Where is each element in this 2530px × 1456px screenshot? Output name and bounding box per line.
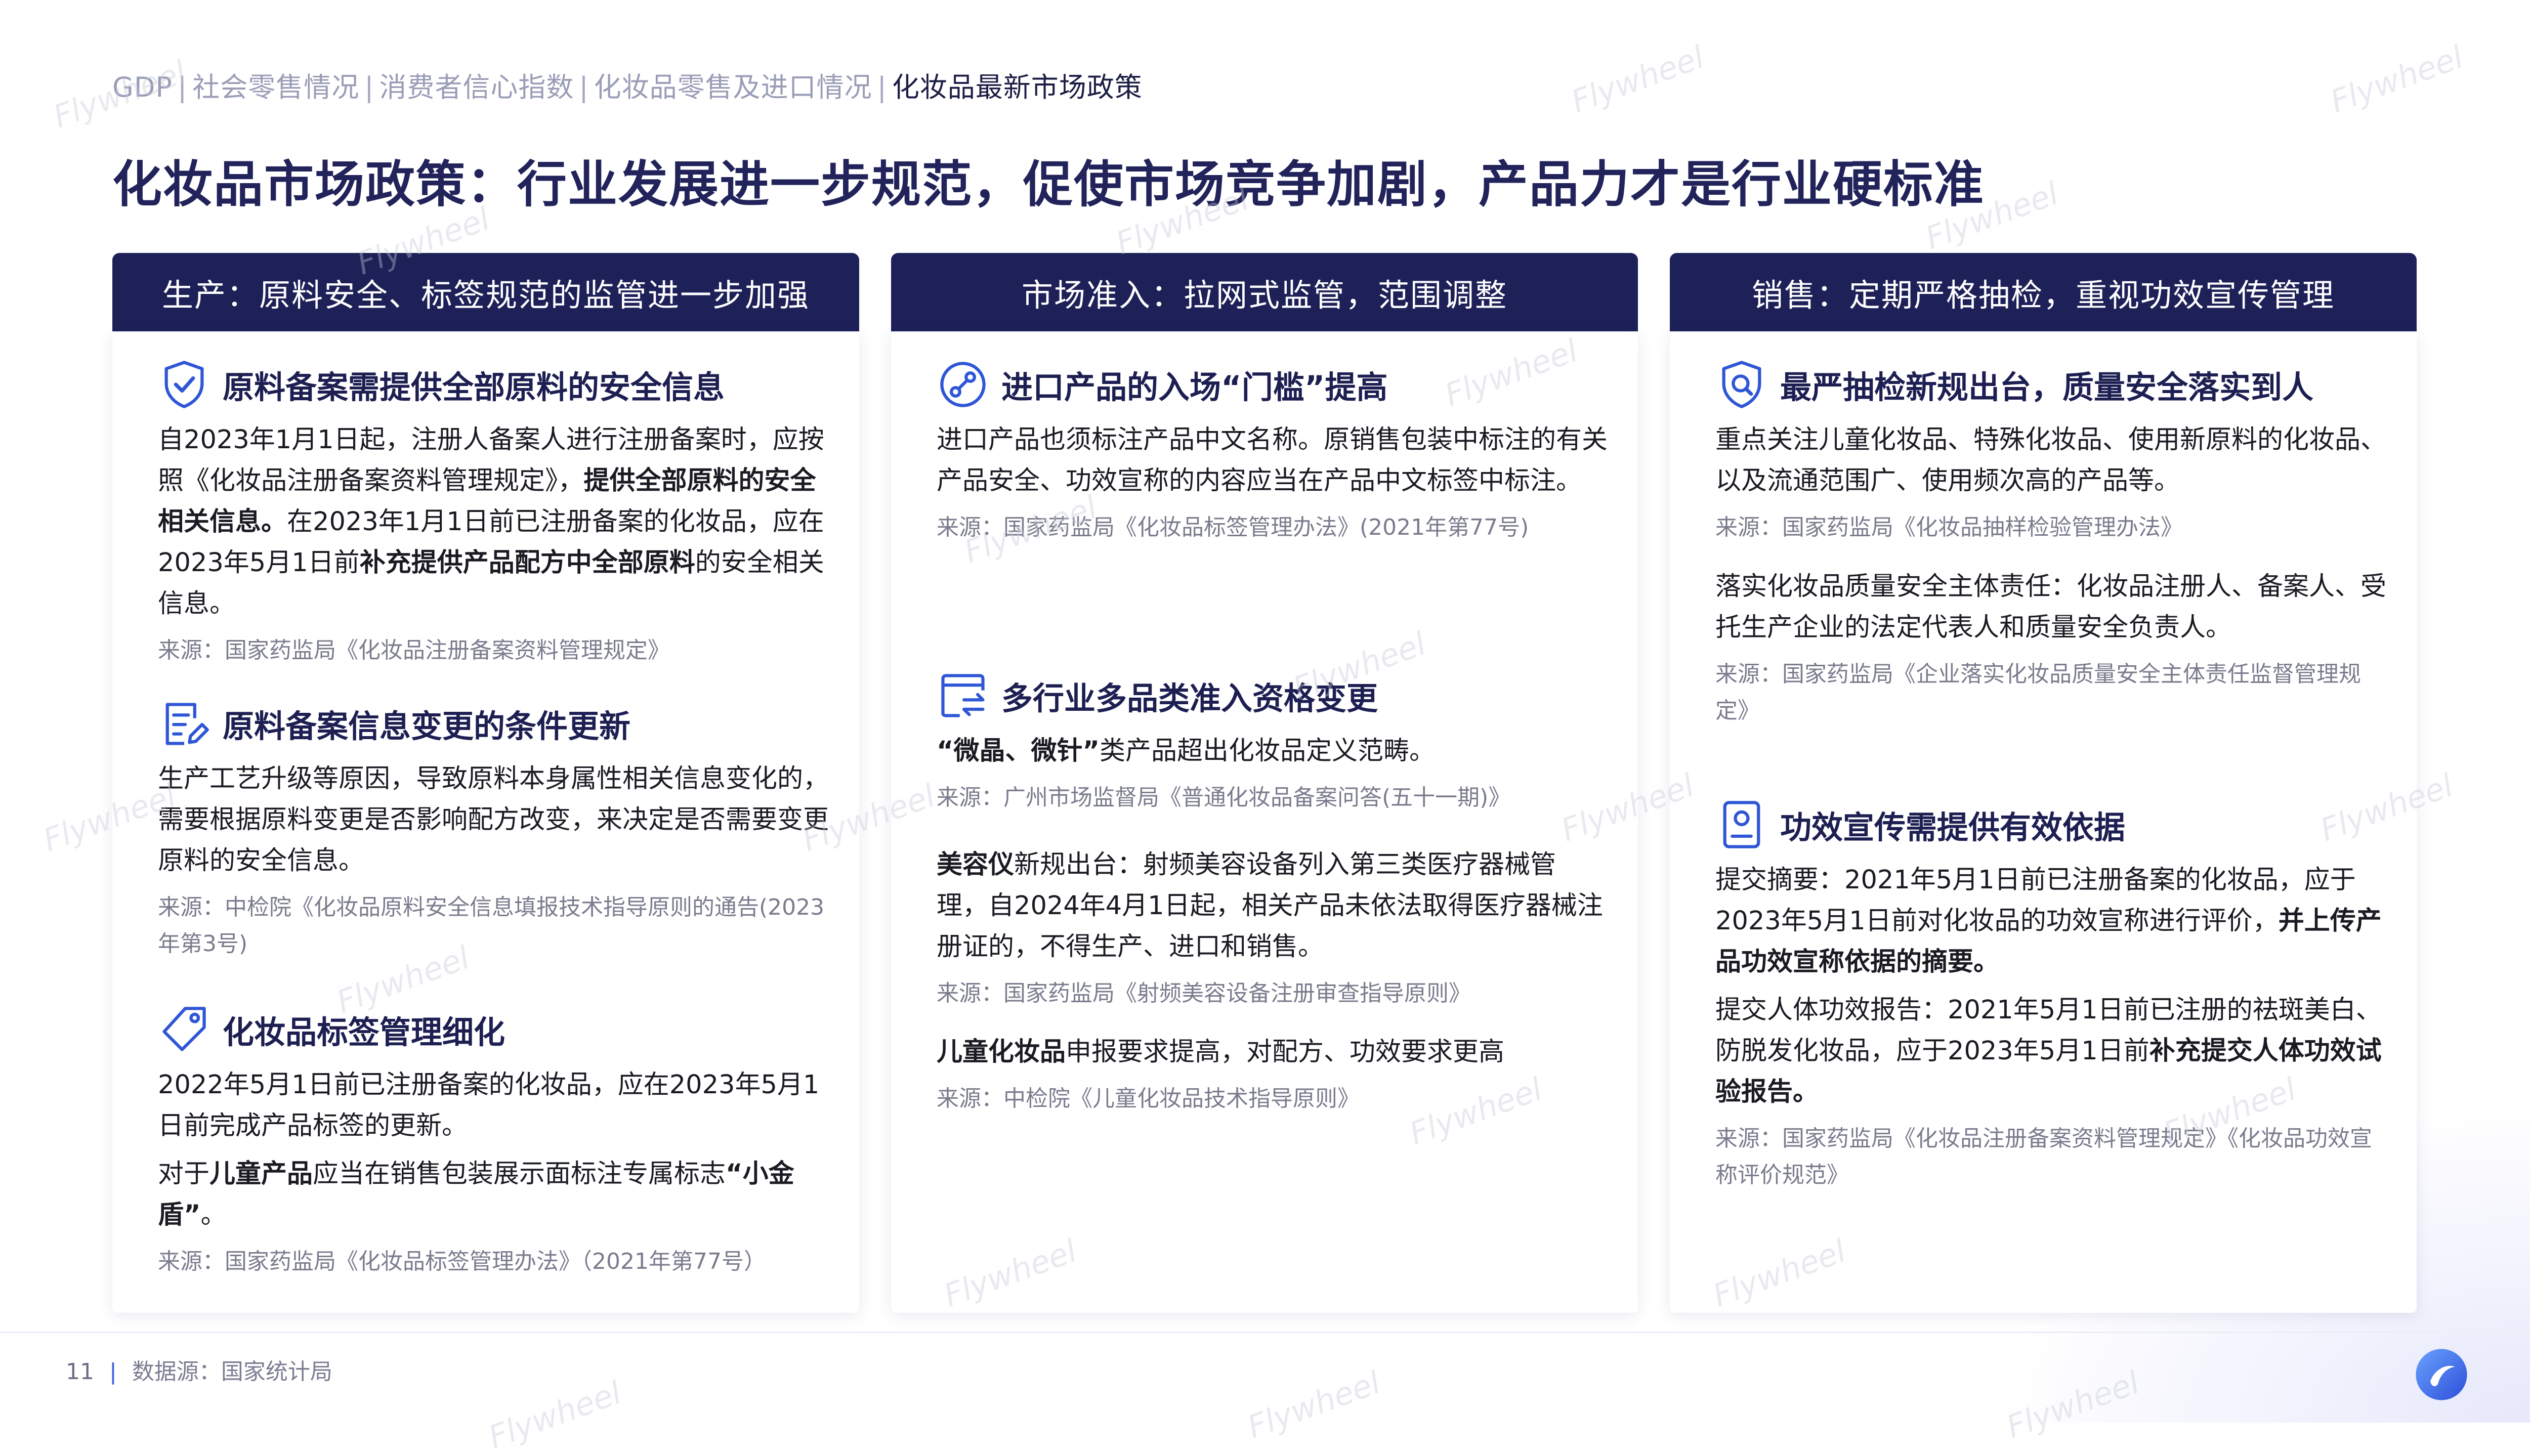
tag-icon xyxy=(162,1007,206,1051)
column-header: 市场准入：拉网式监管，范围调整 xyxy=(891,253,1638,331)
body-text: 重点关注儿童化妆品、特殊化妆品、使用新原料的化妆品、以及流通范围广、使用频次高的… xyxy=(1715,425,2387,496)
page-title: 化妆品市场政策：行业发展进一步规范，促使市场竞争加剧，产品力才是行业硬标准 xyxy=(112,156,1985,213)
column-header: 生产：原料安全、标签规范的监管进一步加强 xyxy=(112,253,859,331)
footer-separator: | xyxy=(109,1359,117,1385)
breadcrumb-separator: | xyxy=(579,71,589,103)
id-badge-icon xyxy=(1723,801,1760,848)
emphasis-text: 补充提供产品配方中全部原料 xyxy=(359,548,695,578)
section-source: 来源：广州市场监督局《普通化妆品备案问答(五十一期)》 xyxy=(937,785,1511,810)
breadcrumb: GDP | 社会零售情况 | 消费者信心指数 | 化妆品零售及进口情况 | 化妆品最新市场政策 xyxy=(112,65,1143,105)
watermark-text: Flywheel xyxy=(2325,38,2468,120)
section-heading: 最严抽检新规出台，质量安全落实到人 xyxy=(1715,357,2386,412)
section-paragraph: 进口产品也须标注产品中文名称。原销售包装中标注的有关产品安全、功效宣称的内容应当… xyxy=(937,419,1608,501)
section-source: 来源：国家药监局《射频美容设备注册审查指导原则》 xyxy=(937,980,1471,1006)
section-source: 来源：国家药监局《化妆品注册备案资料管理规定》 xyxy=(158,637,670,663)
section-paragraph: 2022年5月1日前已注册备案的化妆品，应在2023年5月1日前完成产品标签的更… xyxy=(158,1064,829,1146)
watermark-text: Flywheel xyxy=(1566,38,1709,120)
column-header: 销售：定期严格抽检，重视功效宣传管理 xyxy=(1670,253,2417,331)
body-text: 。 xyxy=(200,1200,227,1230)
category-exchange-icon xyxy=(941,674,985,717)
footer: 11 | 数据源：国家统计局 xyxy=(66,1353,332,1386)
policy-section: 原料备案信息变更的条件更新 生产工艺升级等原因，导致原料本身属性相关信息变化的，… xyxy=(158,696,829,962)
shield-search-icon xyxy=(1722,361,1761,408)
breadcrumb-separator: | xyxy=(877,71,887,103)
section-paragraph: 美容仪新规出台：射频美容设备列入第三类医疗器械管理，自2024年4月1日起，相关… xyxy=(937,844,1608,967)
policy-section: 落实化妆品质量安全主体责任：化妆品注册人、备案人、受托生产企业的法定代表人和质量… xyxy=(1715,559,2386,729)
body-text: 进口产品也须标注产品中文名称。原销售包装中标注的有关产品安全、功效宣称的内容应当… xyxy=(937,425,1608,496)
breadcrumb-item-import[interactable]: 化妆品零售及进口情况 xyxy=(594,71,872,103)
policy-section: 美容仪新规出台：射频美容设备列入第三类医疗器械管理，自2024年4月1日起，相关… xyxy=(937,837,1608,1012)
flywheel-logo-icon xyxy=(2416,1349,2467,1400)
section-source: 来源：国家药监局《化妆品标签管理办法》（2021年第77号） xyxy=(158,1249,766,1274)
column-body: 进口产品的入场“门槛”提高 进口产品也须标注产品中文名称。原销售包装中标注的有关… xyxy=(891,331,1638,1313)
section-heading: 化妆品标签管理细化 xyxy=(158,1002,829,1057)
emphasis-text: 儿童产品 xyxy=(209,1159,313,1189)
section-heading: 原料备案信息变更的条件更新 xyxy=(158,696,829,751)
body-text: 2022年5月1日前已注册备案的化妆品，应在2023年5月1日前完成产品标签的更… xyxy=(158,1070,820,1141)
data-source: 数据源：国家统计局 xyxy=(132,1359,332,1385)
section-title: 最严抽检新规出台，质量安全落实到人 xyxy=(1780,369,2314,406)
globe-route-icon xyxy=(940,362,986,407)
body-text: 提交摘要：2021年5月1日前已注册备案的化妆品，应于2023年5月1日前对化妆… xyxy=(1715,865,2356,936)
breadcrumb-item-policy[interactable]: 化妆品最新市场政策 xyxy=(892,71,1143,103)
section-title: 原料备案需提供全部原料的安全信息 xyxy=(223,369,725,406)
column-body: 最严抽检新规出台，质量安全落实到人 重点关注儿童化妆品、特殊化妆品、使用新原料的… xyxy=(1670,331,2417,1313)
breadcrumb-item-retail[interactable]: 社会零售情况 xyxy=(192,71,359,103)
body-text: 落实化妆品质量安全主体责任：化妆品注册人、备案人、受托生产企业的法定代表人和质量… xyxy=(1715,572,2387,643)
section-paragraph: 对于儿童产品应当在销售包装展示面标注专属标志“小金盾”。 xyxy=(158,1153,829,1235)
policy-section: 原料备案需提供全部原料的安全信息 自2023年1月1日起，注册人备案人进行注册备… xyxy=(158,357,829,669)
column-body: 原料备案需提供全部原料的安全信息 自2023年1月1日起，注册人备案人进行注册备… xyxy=(112,331,859,1313)
section-paragraph: 提交摘要：2021年5月1日前已注册备案的化妆品，应于2023年5月1日前对化妆… xyxy=(1715,860,2386,982)
section-heading: 功效宣传需提供有效依据 xyxy=(1715,797,2386,852)
section-source: 来源：国家药监局《化妆品抽样检验管理办法》 xyxy=(1715,515,2183,540)
watermark-text: Flywheel xyxy=(2001,1363,2144,1446)
policy-section: 化妆品标签管理细化 2022年5月1日前已注册备案的化妆品，应在2023年5月1… xyxy=(158,1002,829,1280)
body-text: 生产工艺升级等原因，导致原料本身属性相关信息变化的，需要根据原料变更是否影响配方… xyxy=(158,764,829,876)
watermark-text: Flywheel xyxy=(483,1374,626,1456)
section-title: 进口产品的入场“门槛”提高 xyxy=(1001,369,1388,406)
body-text: 新规出台：射频美容设备列入第三类医疗器械管理，自2024年4月1日起，相关产品未… xyxy=(937,850,1603,962)
emphasis-text: 美容仪 xyxy=(937,850,1015,880)
shield-check-icon xyxy=(164,361,204,408)
section-paragraph: 自2023年1月1日起，注册人备案人进行注册备案时，应按照《化妆品注册备案资料管… xyxy=(158,419,829,624)
section-paragraph: 落实化妆品质量安全主体责任：化妆品注册人、备案人、受托生产企业的法定代表人和质量… xyxy=(1715,566,2386,648)
body-text: 对于 xyxy=(158,1159,210,1189)
column-sales: 销售：定期严格抽检，重视功效宣传管理 最严抽检新规出台，质量安全落实到人 重点关… xyxy=(1670,253,2417,1313)
breadcrumb-separator: | xyxy=(364,71,374,103)
watermark-text: Flywheel xyxy=(1242,1363,1385,1446)
emphasis-text: “微晶、微针” xyxy=(937,736,1100,766)
section-paragraph: “微晶、微针”类产品超出化妆品定义范畴。 xyxy=(937,731,1608,772)
document-edit-icon xyxy=(165,703,209,745)
column-production: 生产：原料安全、标签规范的监管进一步加强 原料备案需提供全部原料的安全信息 自2… xyxy=(112,253,859,1313)
section-paragraph: 重点关注儿童化妆品、特殊化妆品、使用新原料的化妆品、以及流通范围广、使用频次高的… xyxy=(1715,419,2386,501)
body-text: 应当在销售包装展示面标注专属标志 xyxy=(313,1159,726,1189)
breadcrumb-item-confidence[interactable]: 消费者信心指数 xyxy=(379,71,574,103)
footer-divider xyxy=(0,1332,2530,1333)
section-source: 来源：国家药监局《企业落实化妆品质量安全主体责任监督管理规定》 xyxy=(1715,661,2361,723)
policy-section: 多行业多品类准入资格变更 “微晶、微针”类产品超出化妆品定义范畴。 来源：广州市… xyxy=(937,668,1608,816)
section-paragraph: 生产工艺升级等原因，导致原料本身属性相关信息变化的，需要根据原料变更是否影响配方… xyxy=(158,758,829,881)
policy-section: 最严抽检新规出台，质量安全落实到人 重点关注儿童化妆品、特殊化妆品、使用新原料的… xyxy=(1715,357,2386,546)
section-title: 原料备案信息变更的条件更新 xyxy=(223,708,631,745)
policy-section: 功效宣传需提供有效依据 提交摘要：2021年5月1日前已注册备案的化妆品，应于2… xyxy=(1715,797,2386,1193)
section-source: 来源：中检院《化妆品原料安全信息填报技术指导原则的通告(2023年第3号) xyxy=(158,894,825,957)
emphasis-text: 儿童化妆品 xyxy=(937,1037,1066,1067)
section-heading: 原料备案需提供全部原料的安全信息 xyxy=(158,357,829,412)
column-market-access: 市场准入：拉网式监管，范围调整 进口产品的入场“门槛”提高 进口产品也须标注产品… xyxy=(891,253,1638,1313)
body-text: 申报要求提高，对配方、功效要求更高 xyxy=(1066,1037,1505,1067)
section-heading: 多行业多品类准入资格变更 xyxy=(937,668,1608,723)
body-text: 类产品超出化妆品定义范畴。 xyxy=(1100,736,1436,766)
section-paragraph: 儿童化妆品申报要求提高，对配方、功效要求更高 xyxy=(937,1032,1608,1073)
section-title: 功效宣传需提供有效依据 xyxy=(1780,809,2126,846)
page-number: 11 xyxy=(66,1359,94,1385)
section-source: 来源：国家药监局《化妆品注册备案资料管理规定》《化妆品功效宣称评价规范》 xyxy=(1715,1126,2372,1188)
